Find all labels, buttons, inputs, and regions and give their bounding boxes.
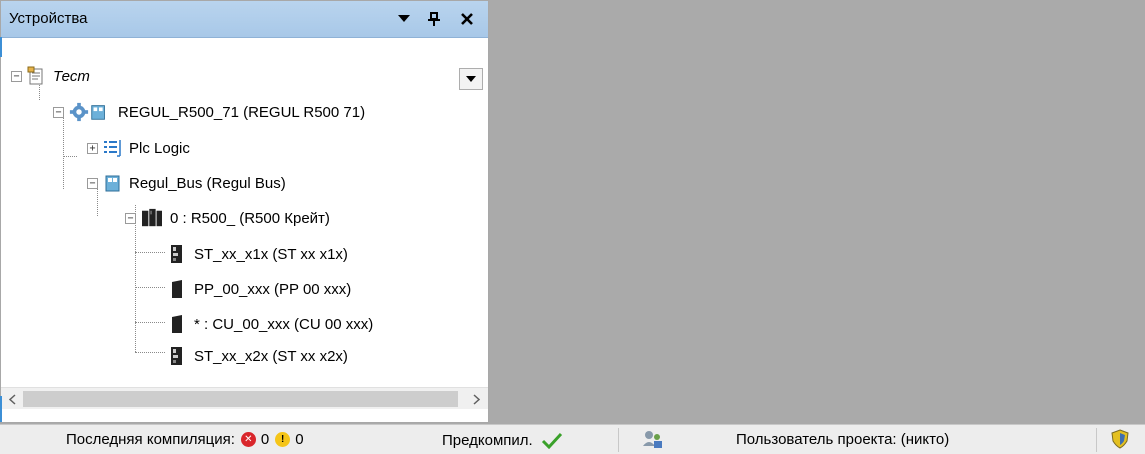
checkmark-icon <box>541 432 562 449</box>
project-user: Пользователь проекта: (никто) <box>736 431 949 448</box>
tree-item-rack[interactable]: − 0 : R500_ (R500 Крейт) <box>125 206 330 230</box>
panel-titlebar: Устройства <box>1 1 488 38</box>
panel-title: Устройства <box>9 10 88 27</box>
horizontal-scrollbar[interactable] <box>1 387 488 409</box>
module-icon <box>171 347 182 365</box>
module-icon <box>172 280 182 298</box>
close-button[interactable] <box>456 8 478 30</box>
plc-logic-icon <box>104 140 121 157</box>
shield-icon <box>1111 429 1129 449</box>
collapse-toggle[interactable]: − <box>53 106 64 118</box>
error-count: 0 <box>260 431 270 448</box>
collapse-toggle[interactable]: − <box>87 177 98 189</box>
expand-toggle[interactable]: + <box>87 142 98 154</box>
project-user-label: Пользователь проекта: (никто) <box>736 431 950 448</box>
tree-item-label: ST_xx_x2x (ST xx x2x) <box>194 347 348 365</box>
panel-menu-button[interactable] <box>393 8 415 30</box>
warning-count: 0 <box>295 431 304 448</box>
scroll-right-button[interactable] <box>465 388 487 410</box>
tree-item-label: REGUL_R500_71 (REGUL R500 71) <box>118 103 366 121</box>
plc-device-icon <box>69 102 105 122</box>
last-compile-label: Последняя компиляция: <box>66 431 235 448</box>
tree-item-label: Plc Logic <box>129 139 190 157</box>
tree-item-label: PP_00_xxx (PP 00 xxx) <box>194 280 352 298</box>
rack-icon <box>142 208 162 227</box>
pin-icon <box>428 12 440 26</box>
error-icon: ✕ <box>240 432 256 447</box>
warning-icon: ! <box>275 432 291 447</box>
chevron-down-icon <box>398 15 410 22</box>
tree-item-regul-r500[interactable]: − REGUL_R500_71 (REGUL R500 71) <box>53 100 365 124</box>
tree-item-label: * : CU_00_xxx (CU 00 xxx) <box>194 315 374 333</box>
device-tree: − Тест − REGUL_R500_71 (REGUL R500 71) +… <box>1 38 488 385</box>
panel-accent-edge <box>0 396 2 422</box>
collapse-toggle[interactable]: − <box>125 212 136 224</box>
precompile-status[interactable]: Предкомпил. <box>442 431 563 449</box>
bus-icon <box>105 175 120 192</box>
tree-item-pp-00[interactable]: PP_00_xxx (PP 00 xxx) <box>167 277 351 301</box>
module-icon <box>171 245 182 263</box>
tree-item-label: Тест <box>53 67 90 85</box>
precompile-label: Предкомпил. <box>442 431 533 449</box>
tree-item-label: ST_xx_x1x (ST xx x1x) <box>194 245 348 263</box>
status-bar: Последняя компиляция: ✕ 0 ! 0 Предкомпил… <box>0 424 1145 454</box>
panel-accent-edge <box>0 37 2 57</box>
last-compile-status: Последняя компиляция: ✕ 0 ! 0 <box>66 431 304 448</box>
tree-item-st-x2x[interactable]: ST_xx_x2x (ST xx x2x) <box>167 344 348 368</box>
tree-item-cu-00[interactable]: * : CU_00_xxx (CU 00 xxx) <box>167 312 373 336</box>
chevron-right-icon <box>472 393 480 405</box>
scroll-left-button[interactable] <box>1 388 23 410</box>
tree-item-label: Regul_Bus (Regul Bus) <box>129 174 286 192</box>
tree-item-label: 0 : R500_ (R500 Крейт) <box>170 209 330 227</box>
close-icon <box>461 13 473 25</box>
collapse-toggle[interactable]: − <box>11 70 22 82</box>
module-icon <box>172 315 182 333</box>
users-icon <box>643 431 662 448</box>
pin-button[interactable] <box>423 8 445 30</box>
scroll-thumb[interactable] <box>23 391 458 407</box>
tree-item-plc-logic[interactable]: + Plc Logic <box>87 136 190 160</box>
chevron-left-icon <box>8 393 16 405</box>
tree-item-regul-bus[interactable]: − Regul_Bus (Regul Bus) <box>87 171 286 195</box>
security-status[interactable] <box>1110 429 1130 449</box>
devices-panel: Устройства − Тест − REGUL_R500_71 (REGUL… <box>0 0 489 423</box>
tree-item-st-x1x[interactable]: ST_xx_x1x (ST xx x1x) <box>167 242 348 266</box>
tree-item-test[interactable]: − Тест <box>11 64 90 88</box>
project-user-status[interactable] <box>641 428 665 450</box>
project-icon <box>27 66 43 85</box>
workspace-area <box>490 0 1145 423</box>
